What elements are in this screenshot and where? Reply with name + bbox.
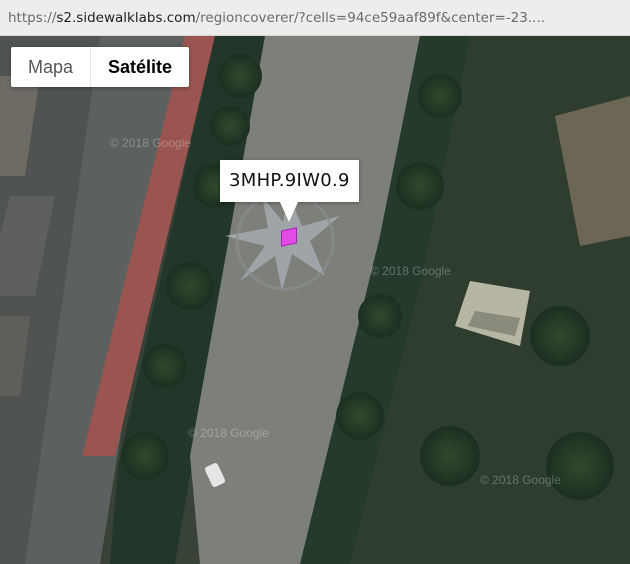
address-bar[interactable]: https://s2.sidewalklabs.com/regioncovere… [0, 0, 630, 36]
satellite-map[interactable]: © 2018 Google © 2018 Google © 2018 Googl… [0, 36, 630, 564]
s2-cell-marker[interactable] [281, 227, 297, 247]
url-path: /regioncoverer/?cells=94ce59aaf89f&cente… [195, 10, 546, 26]
map-watermark: © 2018 Google [480, 473, 561, 487]
map-type-control: Mapa Satélite [11, 47, 190, 87]
url-scheme: https:// [8, 10, 57, 26]
callout-pointer [280, 202, 298, 222]
map-watermark: © 2018 Google [188, 426, 269, 440]
url-host: s2.sidewalklabs.com [56, 10, 196, 26]
map-type-satellite-button[interactable]: Satélite [91, 47, 189, 87]
map-type-map-button[interactable]: Mapa [11, 47, 92, 87]
map-watermark: © 2018 Google [370, 264, 451, 278]
cell-label-callout: 3MHP.9IW0.9 [220, 160, 359, 202]
map-watermark: © 2018 Google [110, 136, 191, 150]
